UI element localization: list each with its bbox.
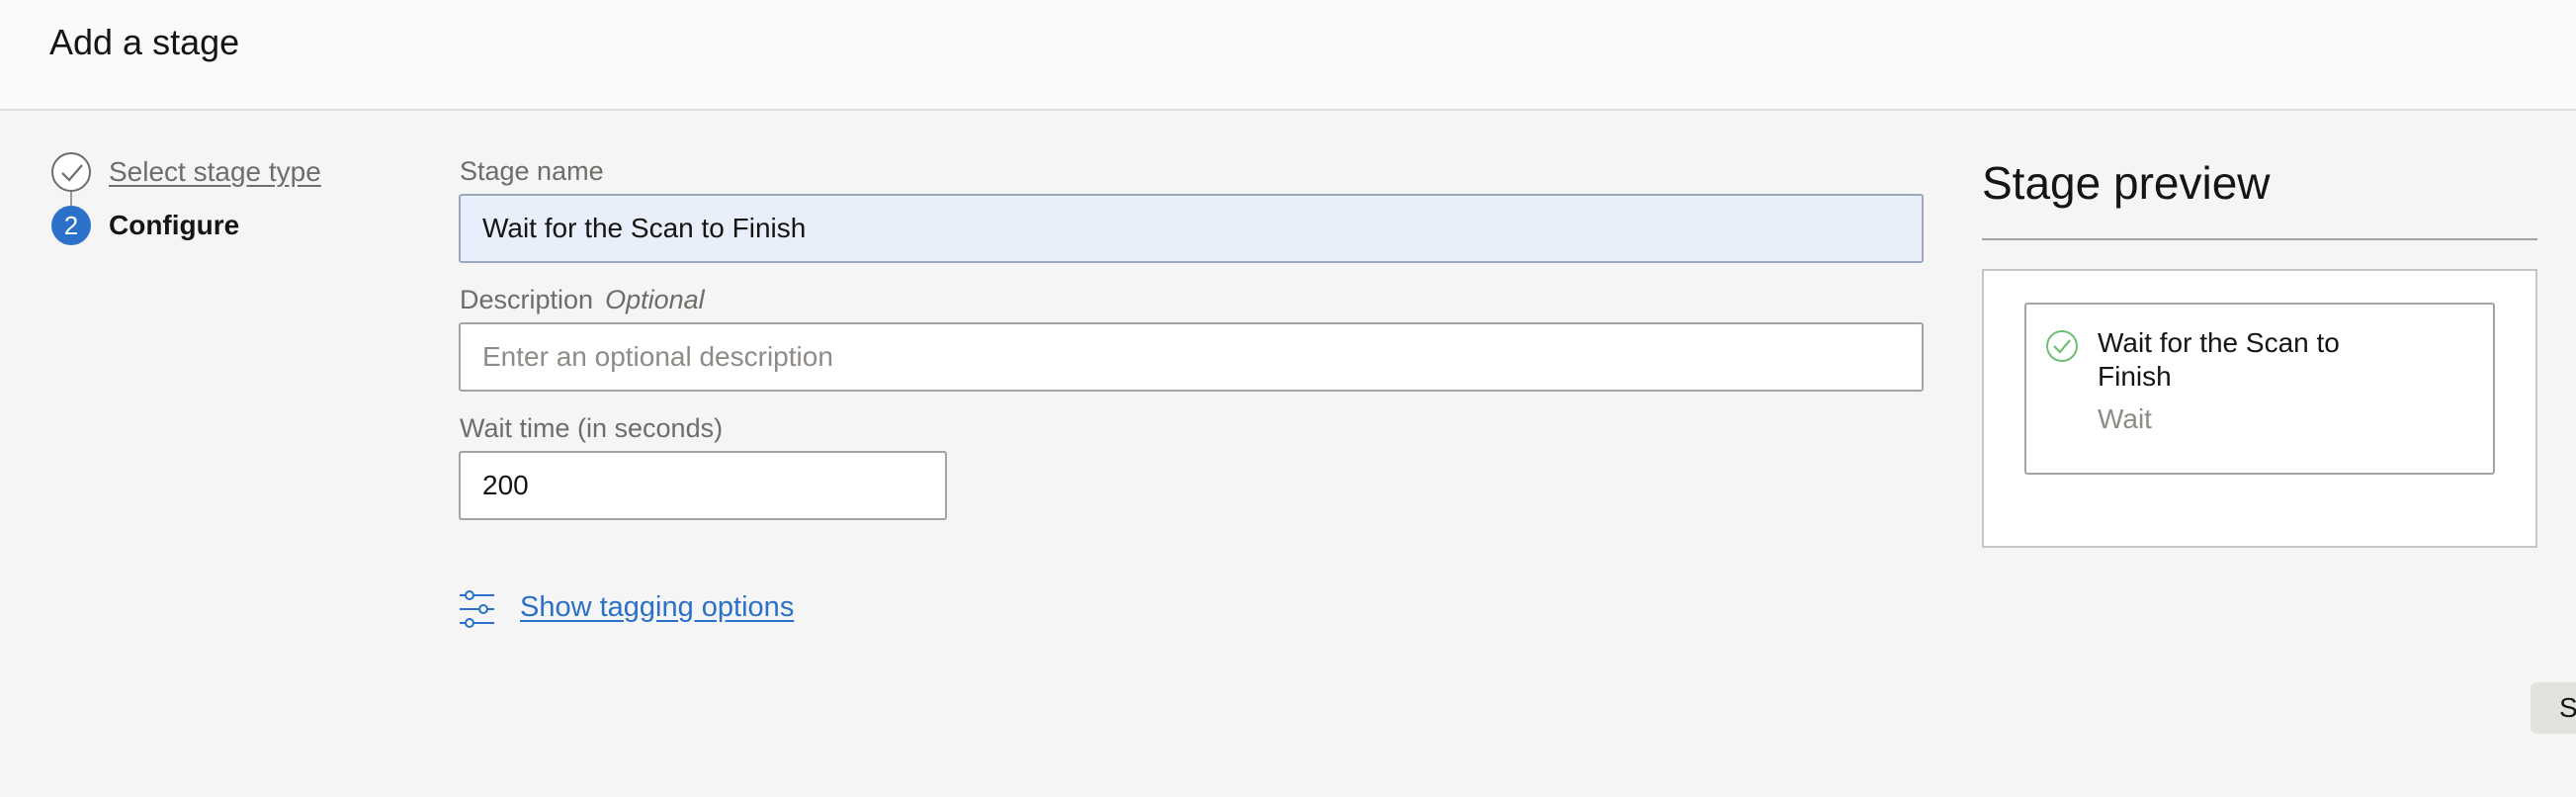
- page-header: Add a stage: [0, 0, 2576, 111]
- description-optional-hint: Optional: [605, 285, 705, 314]
- stage-name-label: Stage name: [460, 156, 604, 186]
- step-configure-label: Configure: [109, 210, 240, 240]
- step-number-badge: 2: [51, 206, 91, 245]
- stage-name-input[interactable]: [459, 194, 1924, 263]
- sliders-icon: [459, 589, 496, 634]
- step-completed-check-icon: [51, 152, 91, 192]
- page-title: Add a stage: [49, 22, 240, 62]
- wait-time-input[interactable]: [459, 451, 947, 520]
- stage-preview-name: Wait for the Scan to Finish: [2098, 327, 2340, 392]
- preview-divider: [1982, 238, 2537, 240]
- description-label: Description Optional: [460, 285, 705, 315]
- description-label-text: Description: [460, 285, 594, 314]
- step-connector: [70, 192, 72, 206]
- check-circle-icon: [2044, 328, 2080, 369]
- stage-preview-type: Wait: [2098, 403, 2152, 434]
- description-input[interactable]: [459, 322, 1924, 392]
- stage-preview-card: Wait for the Scan to Finish Wait: [2024, 303, 2495, 475]
- partially-visible-action-button[interactable]: S: [2531, 682, 2576, 734]
- step-select-stage-type-link[interactable]: Select stage type: [109, 156, 321, 188]
- show-tagging-options-link[interactable]: Show tagging options: [520, 591, 794, 624]
- wait-time-label: Wait time (in seconds): [460, 413, 724, 443]
- stage-preview-title: Stage preview: [1982, 157, 2271, 209]
